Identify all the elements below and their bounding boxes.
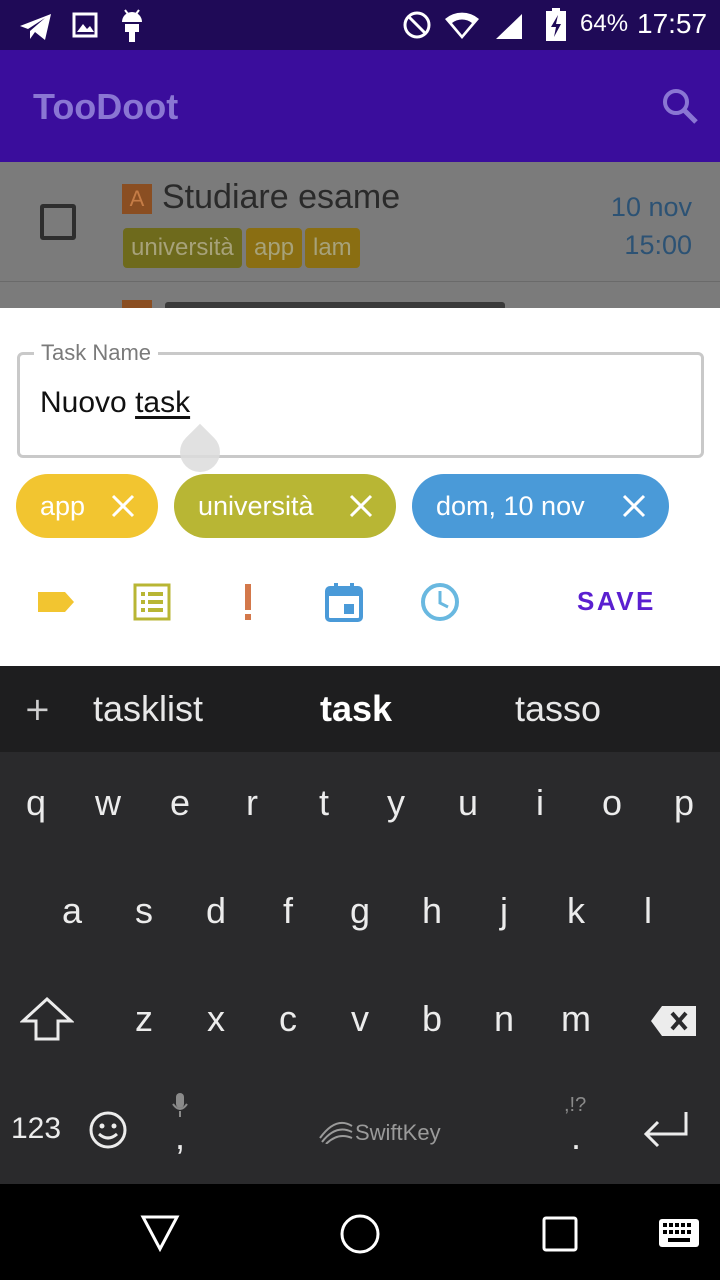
task-time: 15:00 (624, 230, 692, 260)
back-icon[interactable] (140, 1214, 180, 1252)
key-t[interactable]: t (294, 782, 354, 824)
keyboard-icon[interactable] (658, 1218, 700, 1248)
enter-icon[interactable] (642, 1110, 690, 1150)
android-icon (122, 9, 142, 42)
task-tag: lam (305, 228, 360, 268)
task-due: 10 nov 15:00 (611, 188, 692, 264)
keyboard: + tasklist task tasso q w e r t y u i o … (0, 666, 720, 1184)
key-b[interactable]: b (402, 998, 462, 1040)
suggestion-1[interactable]: tasklist (93, 688, 203, 730)
battery-charging-icon (546, 8, 566, 41)
battery-percentage: 64% (580, 10, 629, 37)
home-icon[interactable] (340, 1214, 380, 1254)
do-not-disturb-icon (403, 11, 431, 39)
save-button[interactable]: SAVE (577, 586, 656, 617)
app-bar: TooDoot (0, 50, 720, 162)
clock-icon[interactable] (420, 582, 460, 622)
period-key[interactable]: . (546, 1116, 606, 1158)
key-w[interactable]: w (78, 782, 138, 824)
key-c[interactable]: c (258, 998, 318, 1040)
key-o[interactable]: o (582, 782, 642, 824)
comma-key[interactable]: , (150, 1116, 210, 1158)
close-icon[interactable] (110, 493, 136, 519)
close-icon[interactable] (621, 493, 647, 519)
search-icon[interactable] (660, 86, 700, 126)
list-item[interactable]: A Studiare esame università app lam 10 n… (0, 162, 720, 282)
priority-icon[interactable] (228, 582, 268, 622)
task-name-input[interactable]: Nuovo task (40, 386, 190, 420)
spacebar-brand[interactable]: SwiftKey (355, 1120, 441, 1146)
chip-app[interactable]: app (16, 474, 158, 538)
close-icon[interactable] (348, 493, 374, 519)
key-r[interactable]: r (222, 782, 282, 824)
tag-icon[interactable] (36, 582, 76, 622)
recents-icon[interactable] (542, 1216, 578, 1252)
key-g[interactable]: g (330, 890, 390, 932)
key-y[interactable]: y (366, 782, 426, 824)
list-icon[interactable] (132, 582, 172, 622)
chip-label: università (198, 491, 314, 521)
task-checkbox[interactable] (40, 204, 76, 240)
next-item-priority (122, 300, 152, 308)
app-title: TooDoot (33, 86, 179, 127)
suggestion-2[interactable]: task (320, 688, 392, 730)
navigation-bar (0, 1184, 720, 1280)
telegram-icon (20, 14, 51, 40)
new-task-sheet: Task Name Nuovo task app università dom,… (0, 308, 720, 666)
signal-icon (496, 14, 522, 39)
backspace-icon[interactable] (650, 1004, 698, 1038)
key-p[interactable]: p (654, 782, 714, 824)
typed-text: Nuovo (40, 386, 136, 419)
clock-time: 17:57 (637, 8, 708, 39)
key-d[interactable]: d (186, 890, 246, 932)
task-name-label: Task Name (34, 340, 159, 366)
chip-date[interactable]: dom, 10 nov (412, 474, 669, 538)
shift-icon[interactable] (20, 996, 74, 1042)
key-v[interactable]: v (330, 998, 390, 1040)
task-tag: università (123, 228, 242, 268)
wifi-icon (445, 12, 479, 39)
key-i[interactable]: i (510, 782, 570, 824)
microphone-icon[interactable] (170, 1092, 190, 1118)
key-n[interactable]: n (474, 998, 534, 1040)
task-name: Studiare esame (162, 178, 401, 216)
numbers-key[interactable]: 123 (6, 1112, 66, 1146)
emoji-icon[interactable] (88, 1110, 128, 1150)
suggestion-3[interactable]: tasso (515, 688, 601, 730)
chip-universita[interactable]: università (174, 474, 396, 538)
plus-icon[interactable]: + (24, 690, 51, 728)
task-list: A Studiare esame università app lam 10 n… (0, 162, 720, 308)
chip-label: app (40, 491, 86, 521)
key-z[interactable]: z (114, 998, 174, 1040)
key-x[interactable]: x (186, 998, 246, 1040)
suggestion-bar: + tasklist task tasso (0, 666, 720, 752)
priority-badge: A (122, 184, 152, 214)
image-icon (72, 12, 98, 38)
key-a[interactable]: a (42, 890, 102, 932)
composing-word: task (135, 386, 191, 419)
calendar-icon[interactable] (324, 582, 364, 622)
key-h[interactable]: h (402, 890, 462, 932)
key-l[interactable]: l (618, 890, 678, 932)
key-s[interactable]: s (114, 890, 174, 932)
swiftkey-logo (319, 1122, 353, 1144)
status-bar: 64% 17:57 (0, 0, 720, 50)
punctuation-hint: ,!? (564, 1094, 587, 1116)
task-date: 10 nov (610, 192, 692, 222)
key-f[interactable]: f (258, 890, 318, 932)
task-tag: app (246, 228, 303, 268)
key-m[interactable]: m (546, 998, 606, 1040)
key-u[interactable]: u (438, 782, 498, 824)
chip-label: dom, 10 nov (436, 491, 585, 521)
key-q[interactable]: q (6, 782, 66, 824)
key-j[interactable]: j (474, 890, 534, 932)
key-k[interactable]: k (546, 890, 606, 932)
key-e[interactable]: e (150, 782, 210, 824)
